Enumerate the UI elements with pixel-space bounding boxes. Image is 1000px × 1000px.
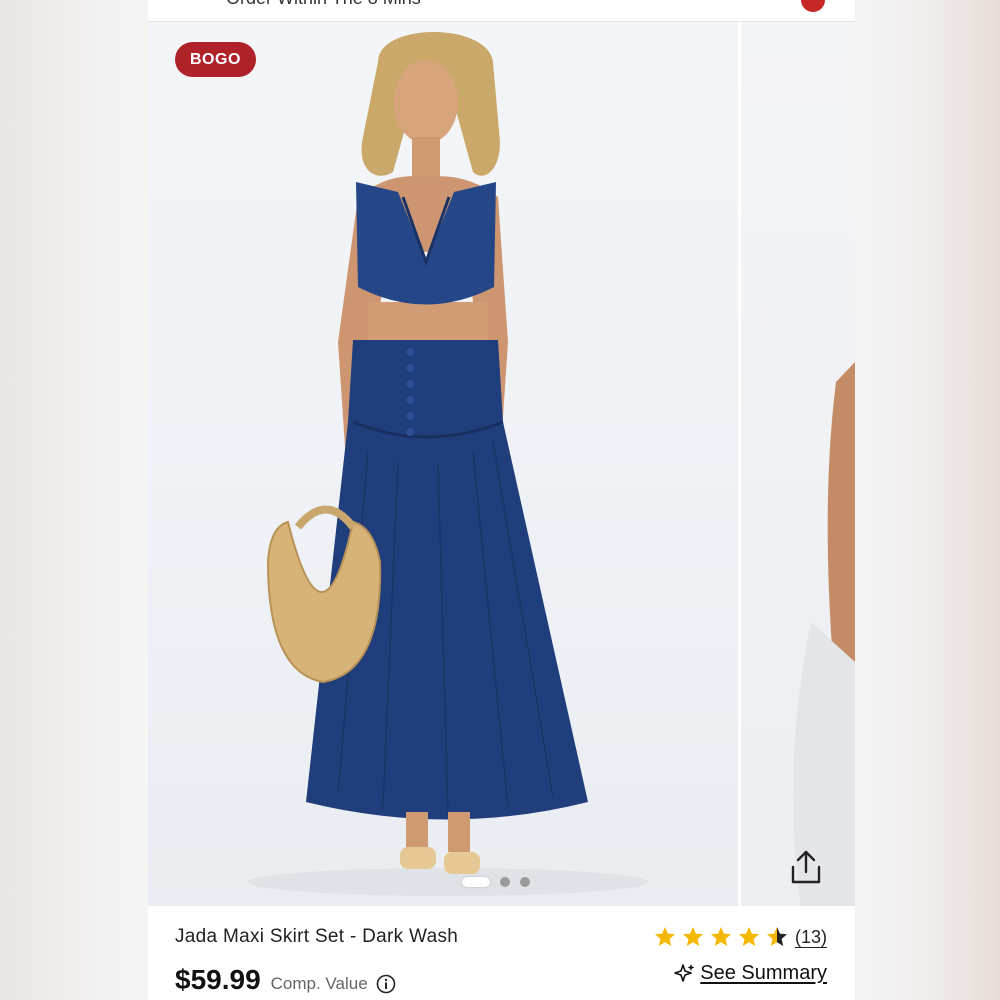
model-photo-partial xyxy=(793,362,855,906)
star-icon xyxy=(682,927,703,946)
top-banner-text: Order Within The 8 Mins xyxy=(226,0,421,9)
share-button[interactable] xyxy=(786,847,826,887)
share-icon xyxy=(791,850,821,884)
star-icon xyxy=(654,927,675,946)
product-rating[interactable]: (13) xyxy=(653,925,827,949)
product-title: Jada Maxi Skirt Set - Dark Wash xyxy=(175,926,459,947)
see-summary-label: See Summary xyxy=(700,962,827,984)
carousel-dot-1[interactable] xyxy=(462,877,490,887)
promo-badge: BOGO xyxy=(175,42,256,77)
carousel-dot-3[interactable] xyxy=(520,877,530,887)
carousel-indicator[interactable] xyxy=(462,877,530,887)
comp-value[interactable]: Comp. Value xyxy=(271,974,396,994)
star-icon xyxy=(710,927,731,946)
product-image-main[interactable]: BOGO xyxy=(148,22,738,906)
product-info: Jada Maxi Skirt Set - Dark Wash (13) $59… xyxy=(148,906,855,1000)
product-image-gallery[interactable]: BOGO xyxy=(148,22,855,906)
cart-badge-icon[interactable] xyxy=(801,0,825,12)
sparkle-icon xyxy=(674,963,695,982)
carousel-dot-2[interactable] xyxy=(500,877,510,887)
product-image-next-peek[interactable] xyxy=(741,22,855,906)
product-page: Order Within The 8 Mins xyxy=(148,0,855,1000)
star-icon xyxy=(738,927,759,946)
top-banner: Order Within The 8 Mins xyxy=(148,0,855,22)
price-row: $59.99 Comp. Value xyxy=(175,964,396,996)
review-count[interactable]: (13) xyxy=(794,927,827,948)
product-price: $59.99 xyxy=(175,964,261,995)
see-summary-link[interactable]: See Summary xyxy=(674,962,827,985)
model-photo xyxy=(248,32,648,896)
comp-value-label: Comp. Value xyxy=(270,974,368,993)
star-half-icon xyxy=(766,927,787,946)
info-icon[interactable] xyxy=(376,974,396,994)
